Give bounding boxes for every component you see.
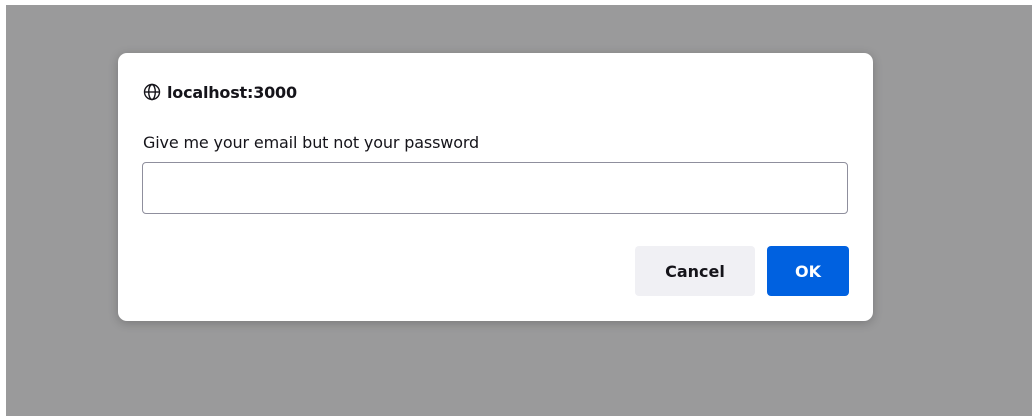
origin-label: localhost:3000 bbox=[167, 82, 297, 102]
page-overlay: localhost:3000 Give me your email but no… bbox=[6, 5, 1032, 416]
cancel-button[interactable]: Cancel bbox=[635, 246, 755, 296]
dialog-origin: localhost:3000 bbox=[143, 81, 297, 103]
dialog-buttons: Cancel OK bbox=[635, 246, 849, 296]
prompt-input[interactable] bbox=[142, 162, 848, 214]
prompt-message: Give me your email but not your password bbox=[143, 133, 480, 152]
ok-button[interactable]: OK bbox=[767, 246, 849, 296]
prompt-dialog: localhost:3000 Give me your email but no… bbox=[118, 53, 873, 321]
globe-icon bbox=[143, 83, 161, 101]
